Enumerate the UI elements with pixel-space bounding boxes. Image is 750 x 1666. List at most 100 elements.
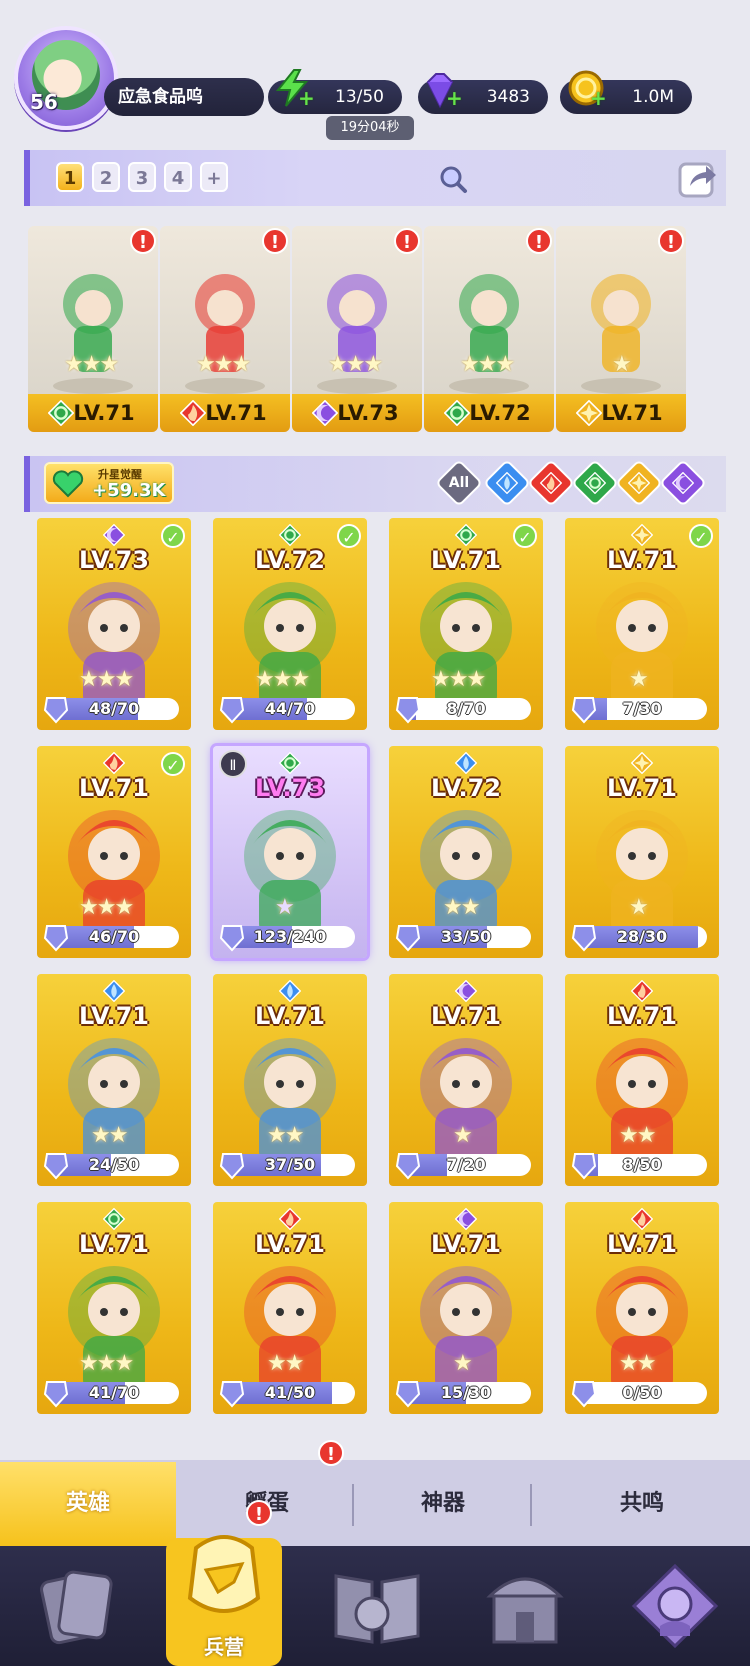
nav-guild[interactable] [620, 1556, 730, 1656]
light-element-icon [630, 751, 654, 775]
shard-icon [571, 925, 597, 952]
hero-card[interactable]: LV.71 ★ 7/20 [389, 974, 543, 1186]
pin-icon[interactable]: Ⅱ [219, 750, 247, 778]
nav-barracks[interactable]: 兵营 [166, 1508, 282, 1666]
hatch-alert-badge: ! [318, 1440, 344, 1466]
hero-level: LV.71 [431, 1002, 501, 1030]
hero-card[interactable]: LV.72 ★★ 33/50 [389, 746, 543, 958]
energy-value: 13/50 [335, 87, 384, 107]
shard-icon [571, 697, 597, 724]
hero-card[interactable]: LV.71 ★★ 8/50 [565, 974, 719, 1186]
hero-level: LV.71 [431, 1230, 501, 1258]
hero-level: LV.72 [431, 774, 501, 802]
hero-card[interactable]: LV.71 ✓ ★ 7/30 [565, 518, 719, 730]
water-element-icon [492, 468, 522, 498]
shadow-element-icon [668, 468, 698, 498]
shard-icon [395, 925, 421, 952]
star-rating: ★★ [619, 1351, 656, 1376]
nature-element-icon [443, 399, 471, 427]
hero-card[interactable]: LV.71 ★★ 41/50 [213, 1202, 367, 1414]
star-rating: ★★ [267, 1351, 304, 1376]
hero-card[interactable]: LV.71 ★ 28/30 [565, 746, 719, 958]
search-icon[interactable] [438, 164, 468, 194]
nature-element-icon [278, 751, 302, 775]
tab-resonance[interactable]: 共鸣 [534, 1462, 750, 1546]
nav-cards[interactable] [22, 1556, 132, 1656]
star-rating: ★★★ [431, 667, 486, 692]
hero-level: LV.71 [607, 1230, 677, 1258]
hero-card[interactable]: LV.71 ★★ 37/50 [213, 974, 367, 1186]
hero-card[interactable]: LV.71 ★★ 24/50 [37, 974, 191, 1186]
team-tab-2[interactable]: 2 [92, 162, 120, 192]
team-hero-card[interactable]: ★★★ LV.71 ! [28, 226, 158, 432]
shard-icon [219, 1381, 245, 1408]
hero-card[interactable]: LV.71 ★★★ 41/70 [37, 1202, 191, 1414]
shard-icon [395, 1381, 421, 1408]
star-rating: ★ [275, 895, 295, 920]
shard-icon [219, 1153, 245, 1180]
shard-icon [395, 1153, 421, 1180]
star-rating: ★ [453, 1351, 473, 1376]
shadow-element-icon [311, 399, 339, 427]
shard-icon [395, 697, 421, 724]
star-rating: ★★★ [64, 352, 119, 377]
nav-map[interactable] [322, 1556, 432, 1656]
fire-element-icon [179, 399, 207, 427]
team-tab-3[interactable]: 3 [128, 162, 156, 192]
water-element-icon [102, 979, 126, 1003]
add-gem-icon[interactable]: + [446, 86, 463, 110]
light-element-icon [630, 523, 654, 547]
upgrade-alert-badge: ! [262, 228, 288, 254]
add-energy-icon[interactable]: + [298, 86, 315, 110]
add-team-button[interactable]: + [200, 162, 228, 192]
team-tab-4[interactable]: 4 [164, 162, 192, 192]
awaken-value: +59.3K [92, 480, 166, 501]
team-hero-card[interactable]: ★★★ LV.73 ! [292, 226, 422, 432]
add-gold-icon[interactable]: + [590, 86, 607, 110]
energy-timer: 19分04秒 [326, 116, 414, 140]
tab-divider [530, 1484, 532, 1526]
hero-level: LV.71 [607, 546, 677, 574]
gold-value: 1.0M [632, 87, 674, 107]
hero-card[interactable]: LV.71 ★★ 0/50 [565, 1202, 719, 1414]
tab-heroes[interactable]: 英雄 [0, 1462, 176, 1546]
gem-value: 3483 [486, 87, 530, 107]
light-element-icon [575, 399, 603, 427]
water-element-icon [278, 979, 302, 1003]
hero-card[interactable]: LV.73 ✓ ★★★ 48/70 [37, 518, 191, 730]
tab-artifacts[interactable]: 神器 [356, 1462, 530, 1546]
hero-level: LV.71 [607, 1002, 677, 1030]
fire-element-icon [102, 751, 126, 775]
star-rating: ★★★ [460, 352, 515, 377]
star-awaken-button[interactable]: 升星觉醒 +59.3K [44, 462, 174, 504]
hero-card[interactable]: LV.73 Ⅱ ★ 123/240 [213, 746, 367, 958]
fire-element-icon [630, 979, 654, 1003]
cards-icon [40, 1570, 113, 1645]
filter-all-label: All [448, 475, 470, 491]
hero-card[interactable]: LV.72 ✓ ★★★ 44/70 [213, 518, 367, 730]
shadow-element-icon [454, 979, 478, 1003]
nature-element-icon [278, 523, 302, 547]
hero-card[interactable]: LV.71 ✓ ★★★ 8/70 [389, 518, 543, 730]
team-hero-card[interactable]: ★ LV.71 ! [556, 226, 686, 432]
heart-icon [52, 470, 84, 498]
star-rating: ★★★ [328, 352, 383, 377]
hero-card[interactable]: LV.71 ★ 15/30 [389, 1202, 543, 1414]
player-avatar[interactable]: 56 [8, 22, 128, 140]
nav-shrine[interactable] [470, 1556, 580, 1656]
barracks-label: 兵营 [204, 1635, 244, 1659]
star-rating: ★★★ [255, 667, 310, 692]
barracks-alert-badge: ! [246, 1500, 272, 1526]
team-hero-card[interactable]: ★★★ LV.72 ! [424, 226, 554, 432]
shrine-icon [486, 1577, 564, 1644]
hero-card[interactable]: LV.71 ✓ ★★★ 46/70 [37, 746, 191, 958]
upgrade-alert-badge: ! [526, 228, 552, 254]
star-rating: ★★ [267, 1123, 304, 1148]
hero-level: LV.71 [79, 1230, 149, 1258]
team-tab-1[interactable]: 1 [56, 162, 84, 192]
team-hero-card[interactable]: ★★★ LV.71 ! [160, 226, 290, 432]
in-team-check-icon: ✓ [689, 524, 713, 548]
share-icon[interactable] [676, 156, 720, 200]
upgrade-alert-badge: ! [394, 228, 420, 254]
shadow-element-icon [102, 523, 126, 547]
